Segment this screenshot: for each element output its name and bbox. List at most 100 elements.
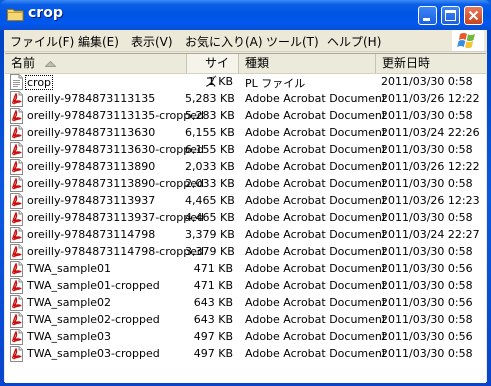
file-date: 2011/03/30 0:56 [381,262,473,275]
file-row[interactable]: crop 1 KB PL ファイル 2011/03/30 0:58 [5,74,486,91]
pdf-icon [10,91,23,107]
window-title: crop [28,5,63,21]
menu-file[interactable]: ファイル(F) [10,33,74,50]
sort-ascending-icon [45,61,56,67]
file-name: crop [25,75,54,90]
minimize-icon [423,18,430,21]
file-row[interactable]: oreilly-9784873113890-cropped 2,033 KB Ado… [5,176,486,193]
list-header: 名前 サイズ 種類 更新日時 [5,54,486,89]
file-size: 643 KB [193,313,233,326]
file-type: Adobe Acrobat Document [245,177,387,190]
file-row[interactable]: oreilly-9784873113937-cropped 4,465 KB Ado… [5,210,486,227]
file-type: Adobe Acrobat Document [245,126,387,139]
column-header-date[interactable]: 更新日時 [376,54,486,73]
file-size: 497 KB [193,347,233,360]
column-header-name-label: 名前 [11,56,36,70]
window-client: ファイル(F) 編集(E) 表示(V) お気に入り(A) ツール(T) ヘルプ(… [4,30,487,383]
file-row[interactable]: TWA_sample01 471 KB Adobe Acrobat Document… [5,261,486,278]
file-name: oreilly-9784873113630 [27,126,156,139]
file-type: Adobe Acrobat Document [245,296,387,309]
file-size: 471 KB [193,279,233,292]
file-row[interactable]: oreilly-9784873113135 5,283 KB Adobe Acrob… [5,91,486,108]
pdf-icon [10,227,23,243]
file-date: 2011/03/30 0:58 [381,75,473,88]
file-row[interactable]: TWA_sample03-cropped 497 KB Adobe Acrobat … [5,346,486,363]
maximize-icon [445,10,456,21]
file-date: 2011/03/24 22:26 [381,126,480,139]
file-list[interactable]: 名前 サイズ 種類 更新日時 crop 1 KB PL ファイル 2011/03/30… [5,53,486,383]
file-row[interactable]: TWA_sample01-cropped 471 KB Adobe Acrobat … [5,278,486,295]
file-row[interactable]: oreilly-9784873113630 6,155 KB Adobe Acrob… [5,125,486,142]
pdf-icon [10,278,23,294]
file-row[interactable]: oreilly-9784873113890 2,033 KB Adobe Acrob… [5,159,486,176]
file-type: Adobe Acrobat Document [245,194,387,207]
column-header-name[interactable]: 名前 [5,54,187,73]
explorer-window: crop ファイル(F) 編集(E) 表示(V) お気に入り(A) ツール(T)… [0,0,491,386]
file-type: Adobe Acrobat Document [245,143,387,156]
file-date: 2011/03/30 0:58 [381,279,473,292]
file-size: 4,465 KB [185,194,235,207]
pdf-icon [10,193,23,209]
close-button[interactable] [464,6,483,25]
minimize-button[interactable] [418,6,437,25]
file-date: 2011/03/26 12:22 [381,160,480,173]
menu-edit[interactable]: 編集(E) [78,33,119,50]
menu-help[interactable]: ヘルプ(H) [327,33,381,50]
file-date: 2011/03/26 12:23 [381,194,480,207]
file-row[interactable]: oreilly-9784873114798-cropped 3,379 KB Ado… [5,244,486,261]
pdf-icon [10,329,23,345]
file-row[interactable]: TWA_sample02-cropped 643 KB Adobe Acrobat … [5,312,486,329]
file-date: 2011/03/30 0:58 [381,211,473,224]
file-date: 2011/03/30 0:58 [381,245,473,258]
pdf-icon [10,346,23,362]
file-name: TWA_sample03 [27,330,112,343]
file-type: Adobe Acrobat Document [245,347,387,360]
file-row[interactable]: oreilly-9784873113630-cropped 6,155 KB Ado… [5,142,486,159]
file-name: oreilly-9784873114798-cropped [27,245,204,258]
menu-tools[interactable]: ツール(T) [266,33,319,50]
column-header-size[interactable]: サイズ [187,54,239,89]
column-header-type[interactable]: 種類 [239,54,376,73]
menu-favorites[interactable]: お気に入り(A) [185,33,263,50]
file-date: 2011/03/24 22:27 [381,228,480,241]
file-size: 643 KB [193,296,233,309]
file-size: 4,465 KB [185,211,235,224]
file-name: TWA_sample03-cropped [27,347,160,360]
maximize-button[interactable] [441,6,460,25]
file-size: 2,033 KB [185,160,235,173]
windows-logo [452,30,484,51]
file-type: Adobe Acrobat Document [245,211,387,224]
pdf-icon [10,176,23,192]
menu-bar: ファイル(F) 編集(E) 表示(V) お気に入り(A) ツール(T) ヘルプ(… [4,30,487,52]
file-name: oreilly-9784873113135 [27,92,156,105]
file-row[interactable]: TWA_sample02 643 KB Adobe Acrobat Document… [5,295,486,312]
file-row[interactable]: oreilly-9784873113135-cropped 5,283 KB Ado… [5,108,486,125]
file-row[interactable]: oreilly-9784873114798 3,379 KB Adobe Acrob… [5,227,486,244]
file-name: TWA_sample02 [27,296,112,309]
file-row[interactable]: TWA_sample03 497 KB Adobe Acrobat Document… [5,329,486,346]
pdf-icon [10,142,23,158]
folder-icon [7,9,24,21]
file-row[interactable]: oreilly-9784873113937 4,465 KB Adobe Acrob… [5,193,486,210]
file-size: 6,155 KB [185,126,235,139]
pdf-icon [10,108,23,124]
title-bar[interactable]: crop [0,0,491,30]
file-name: TWA_sample01 [27,262,112,275]
pdf-icon [10,125,23,141]
file-size: 497 KB [193,330,233,343]
file-type: Adobe Acrobat Document [245,279,387,292]
file-name: TWA_sample01-cropped [27,279,160,292]
file-name: oreilly-9784873113937 [27,194,156,207]
file-type: Adobe Acrobat Document [245,228,387,241]
windows-flag-icon [457,33,475,49]
file-date: 2011/03/30 0:58 [381,177,473,190]
menu-view[interactable]: 表示(V) [131,33,173,50]
pdf-icon [10,295,23,311]
file-type: Adobe Acrobat Document [245,109,387,122]
pdf-icon [10,312,23,328]
file-date: 2011/03/30 0:58 [381,109,473,122]
file-type: Adobe Acrobat Document [245,262,387,275]
file-size: 2,033 KB [185,177,235,190]
file-size: 3,379 KB [185,228,235,241]
pl-file-icon [10,74,23,90]
